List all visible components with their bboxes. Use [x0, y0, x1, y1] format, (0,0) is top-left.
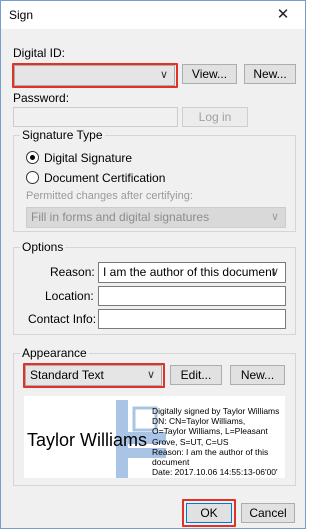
radio-selected-dot — [30, 155, 35, 160]
dialog-title: Sign — [9, 8, 34, 22]
contact-info-label: Contact Info: — [28, 312, 97, 326]
signature-detail-line: document — [152, 457, 190, 468]
signature-type-title: Signature Type — [20, 128, 105, 142]
signature-preview: Taylor Williams Digitally signed by Tayl… — [24, 396, 285, 478]
document-certification-radio[interactable] — [26, 171, 39, 184]
reason-value: I am the author of this document — [103, 265, 276, 279]
contact-info-field[interactable] — [98, 309, 286, 329]
new-appearance-button[interactable]: New... — [230, 365, 285, 385]
signature-detail-line: O=Taylor Williams, L=Pleasant — [152, 426, 268, 437]
permitted-changes-select[interactable]: Fill in forms and digital signatures ∨ — [26, 207, 286, 228]
location-field[interactable] — [98, 286, 286, 306]
permitted-changes-label: Permitted changes after certifying: — [26, 190, 193, 202]
chevron-down-icon: ∨ — [270, 266, 279, 278]
appearance-highlight — [23, 363, 165, 388]
signature-details: Digitally signed by Taylor Williams DN: … — [152, 406, 285, 477]
title-bar: Sign ✕ — [1, 1, 305, 29]
new-id-button[interactable]: New... — [244, 64, 296, 84]
sign-dialog: Sign ✕ Digital ID: ∨ View... New... Pass… — [0, 0, 306, 529]
password-field[interactable] — [13, 107, 178, 127]
signature-detail-line: Grove, S=UT, C=US — [152, 436, 229, 447]
signer-name: Taylor Williams — [27, 430, 148, 450]
view-button[interactable]: View... — [182, 64, 237, 84]
document-certification-label[interactable]: Document Certification — [44, 171, 165, 185]
signature-detail-line: Digitally signed by Taylor Williams — [152, 406, 280, 416]
permitted-changes-value: Fill in forms and digital signatures — [31, 210, 210, 224]
digital-signature-radio[interactable] — [26, 151, 39, 164]
reason-label: Reason: — [50, 265, 95, 279]
login-button[interactable]: Log in — [182, 107, 248, 127]
appearance-title: Appearance — [20, 346, 89, 360]
location-label: Location: — [45, 289, 94, 303]
close-icon[interactable]: ✕ — [261, 1, 305, 29]
digital-signature-label[interactable]: Digital Signature — [44, 151, 132, 165]
chevron-down-icon: ∨ — [270, 211, 279, 223]
signature-detail-line: Date: 2017.10.06 14:55:13-06'00' — [152, 467, 278, 478]
signature-detail-line: Reason: I am the author of this — [152, 446, 269, 457]
signature-detail-line: DN: CN=Taylor Williams, — [152, 416, 246, 427]
password-label: Password: — [13, 91, 70, 105]
digital-id-label: Digital ID: — [13, 46, 66, 60]
cancel-button[interactable]: Cancel — [241, 503, 295, 523]
edit-appearance-button[interactable]: Edit... — [170, 365, 222, 385]
options-title: Options — [20, 240, 66, 254]
digital-id-highlight — [12, 63, 178, 88]
reason-select[interactable]: I am the author of this document ∨ — [98, 262, 286, 283]
ok-highlight — [182, 499, 236, 527]
